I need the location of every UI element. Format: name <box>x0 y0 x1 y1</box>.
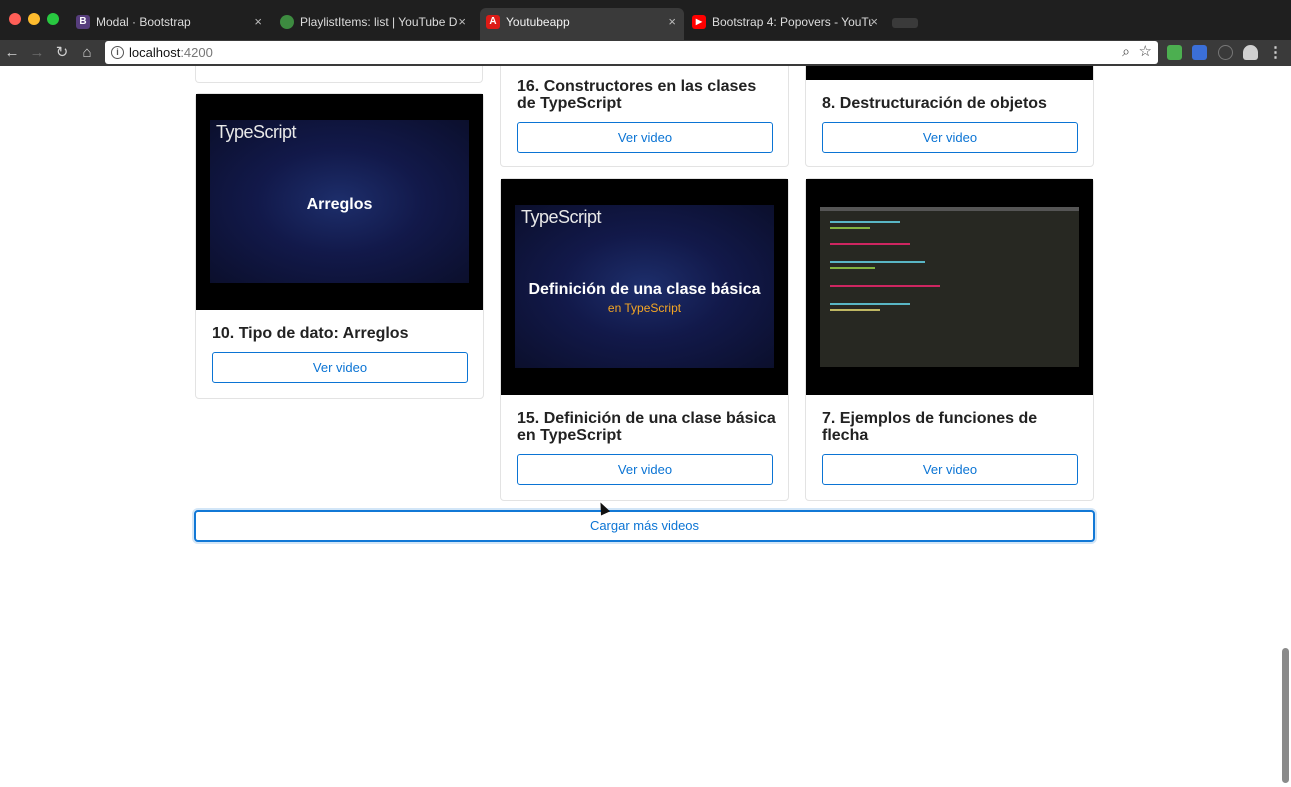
video-title: 8. Destructuración de objetos <box>822 95 1047 112</box>
video-card: 7. Ejemplos de funciones de flecha Ver v… <box>805 178 1094 501</box>
maximize-window-button[interactable] <box>47 13 59 25</box>
video-card: 8. Destructuración de objetos Ver video <box>805 66 1094 167</box>
video-thumbnail[interactable]: TypeScript Arreglos <box>196 94 483 310</box>
close-window-button[interactable] <box>9 13 21 25</box>
video-card: 16. Constructores en las clases de TypeS… <box>500 66 789 167</box>
video-thumbnail[interactable] <box>806 179 1093 395</box>
tab-title: Modal · Bootstrap <box>96 15 191 29</box>
minimize-window-button[interactable] <box>28 13 40 25</box>
browser-tab-bootstrap-popovers[interactable]: ▶ Bootstrap 4: Popovers - YouTu × <box>686 8 886 36</box>
bootstrap-favicon-icon: B <box>76 15 90 29</box>
video-card <box>195 66 483 83</box>
browser-tab-playlistitems[interactable]: PlaylistItems: list | YouTube D × <box>274 8 474 36</box>
thumbnail-caption: Arreglos <box>306 196 373 213</box>
address-url: localhost:4200 <box>129 45 213 60</box>
video-thumbnail[interactable] <box>806 66 1093 80</box>
new-tab-button[interactable] <box>892 18 918 28</box>
code-editor-preview <box>820 207 1079 367</box>
angular-favicon-icon: A <box>486 15 500 29</box>
close-tab-icon[interactable]: × <box>458 8 466 36</box>
browser-toolbar: ← → ↻ ⌂ i localhost:4200 ⌕ ☆ ⋮ <box>0 40 1291 66</box>
ver-video-button[interactable]: Ver video <box>212 352 468 383</box>
tab-title: PlaylistItems: list | YouTube D <box>300 15 458 29</box>
video-title: 7. Ejemplos de funciones de flecha <box>822 410 1038 444</box>
browser-tab-strip: B Modal · Bootstrap × PlaylistItems: lis… <box>0 0 1291 40</box>
zoom-icon[interactable]: ⌕ <box>1122 43 1130 60</box>
back-arrow-icon[interactable]: ← <box>2 43 22 63</box>
tab-title: Youtubeapp <box>506 15 570 29</box>
cloud-extension-icon[interactable] <box>1243 45 1258 60</box>
page-viewport: 16. Constructores en las clases de TypeS… <box>0 66 1291 787</box>
ver-video-button[interactable]: Ver video <box>517 122 773 153</box>
bookmark-star-icon[interactable]: ☆ <box>1139 42 1152 60</box>
extension-icon[interactable] <box>1167 45 1182 60</box>
browser-tab-modal-bootstrap[interactable]: B Modal · Bootstrap × <box>70 8 270 36</box>
video-thumbnail[interactable]: TypeScript Definición de una clase básic… <box>501 179 788 395</box>
close-tab-icon[interactable]: × <box>870 8 878 36</box>
thumbnail-caption: Definición de una clase básica <box>528 281 761 298</box>
load-more-button[interactable]: Cargar más videos <box>194 510 1095 542</box>
video-title: 15. Definición de una clase básica en Ty… <box>517 410 776 444</box>
close-tab-icon[interactable]: × <box>254 8 262 36</box>
forward-arrow-icon[interactable]: → <box>27 43 47 63</box>
thumbnail-brand: TypeScript <box>521 207 602 227</box>
video-card: TypeScript Definición de una clase básic… <box>500 178 789 501</box>
sync-extension-icon[interactable] <box>1218 45 1233 60</box>
ver-video-button[interactable]: Ver video <box>822 454 1078 485</box>
home-icon[interactable]: ⌂ <box>77 43 97 63</box>
close-tab-icon[interactable]: × <box>668 8 676 36</box>
thumbnail-brand: TypeScript <box>216 122 297 142</box>
ver-video-button[interactable]: Ver video <box>822 122 1078 153</box>
address-bar[interactable]: i localhost:4200 ⌕ ☆ <box>105 41 1158 64</box>
browser-tab-youtubeapp[interactable]: A Youtubeapp × <box>480 8 684 40</box>
video-card: TypeScript Arreglos 10. Tipo de dato: Ar… <box>195 93 484 399</box>
video-title: 10. Tipo de dato: Arreglos <box>212 325 409 342</box>
video-title: 16. Constructores en las clases de TypeS… <box>517 78 757 112</box>
browser-menu-icon[interactable]: ⋮ <box>1268 43 1283 61</box>
youtube-favicon-icon: ▶ <box>692 15 706 29</box>
tab-title: Bootstrap 4: Popovers - YouTu <box>712 15 872 29</box>
download-extension-icon[interactable] <box>1192 45 1207 60</box>
ver-video-button[interactable]: Ver video <box>517 454 773 485</box>
thumbnail-subcaption: en TypeScript <box>607 301 682 315</box>
site-info-icon[interactable]: i <box>111 46 124 59</box>
page-scrollbar[interactable] <box>1282 648 1289 783</box>
google-api-favicon-icon <box>280 15 294 29</box>
reload-icon[interactable]: ↻ <box>52 43 72 63</box>
